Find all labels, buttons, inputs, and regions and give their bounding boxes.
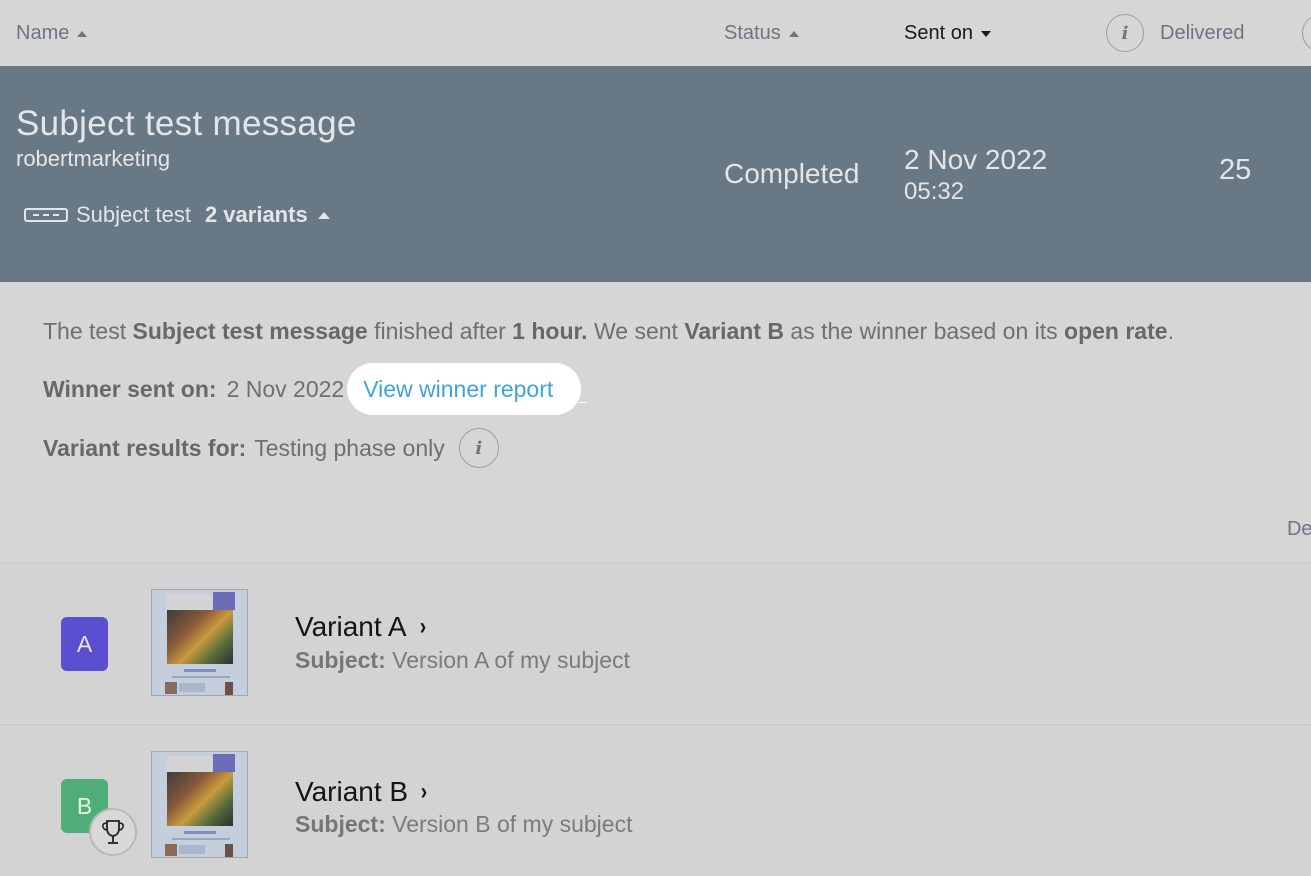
view-winner-report-label: View winner report [363, 375, 554, 402]
test-detail-panel: The test Subject test message finished a… [0, 282, 1311, 562]
sort-ascending-icon [77, 30, 88, 37]
winner-sent-line: Winner sent on: 2 Nov 2022 View winner r… [43, 363, 588, 415]
link-underline [579, 402, 588, 403]
winner-sent-date: 2 Nov 2022 [226, 375, 345, 402]
variant-subject-value: Version B of my subject [392, 811, 633, 837]
variant-results-label: Variant results for: [43, 434, 247, 461]
chevron-up-icon[interactable] [317, 211, 330, 219]
campaign-sent-date: 2 Nov 2022 [904, 144, 1048, 175]
variants-toggle[interactable]: 2 variants [205, 202, 308, 228]
summary-duration: 1 hour. [512, 318, 588, 344]
email-thumbnail[interactable] [151, 589, 248, 696]
email-thumbnail[interactable] [151, 751, 248, 858]
campaign-status: Completed [724, 158, 860, 189]
column-header-delivered[interactable]: i Delivered [1106, 14, 1244, 52]
campaign-type-label: Subject test [76, 202, 191, 227]
variant-name: Variant B [295, 776, 409, 807]
winner-sent-label: Winner sent on: [43, 375, 217, 402]
info-icon-clipped[interactable] [1302, 14, 1311, 52]
campaign-row[interactable]: Subject test message robertmarketing Sub… [0, 66, 1311, 282]
column-header-name-label: Name [16, 22, 70, 44]
variant-name-link[interactable]: Variant A › [295, 611, 427, 643]
summary-text: finished after [367, 318, 513, 344]
variant-subject-label: Subject: [295, 647, 386, 673]
column-header-delivered-clipped: Del [1286, 518, 1311, 540]
variant-row[interactable]: A Variant A › Subject: Version A of my s… [0, 562, 1311, 722]
variant-subject-label: Subject: [295, 811, 386, 837]
test-summary: The test Subject test message finished a… [43, 318, 1174, 345]
summary-text: The test [43, 318, 133, 344]
chevron-right-icon: › [419, 613, 426, 640]
column-header-name[interactable]: Name [16, 22, 88, 45]
info-icon[interactable]: i [1106, 14, 1144, 52]
variant-name-link[interactable]: Variant B › [295, 776, 428, 808]
column-header-status[interactable]: Status [724, 22, 799, 45]
column-header-sent-on[interactable]: Sent on [904, 22, 991, 45]
summary-test-name: Subject test message [132, 318, 368, 344]
campaign-type: Subject test 2 variants [24, 202, 330, 228]
sort-ascending-icon [788, 30, 799, 37]
summary-text: . [1167, 318, 1174, 344]
table-header: Name Status Sent on i Delivered [0, 0, 1311, 66]
summary-winner: Variant B [684, 318, 785, 344]
variant-results-line: Variant results for: Testing phase only … [43, 428, 499, 468]
campaign-account: robertmarketing [16, 146, 171, 171]
column-header-status-label: Status [724, 22, 781, 44]
campaign-delivered-count: 25 [1219, 154, 1252, 186]
variant-row[interactable]: B Variant B › Subject: Version B of my s… [0, 724, 1311, 876]
column-header-delivered-label: Delivered [1160, 21, 1245, 44]
campaign-sent-time: 05:32 [904, 178, 965, 205]
view-winner-report-link[interactable]: View winner report [347, 363, 588, 415]
summary-text: We sent [587, 318, 685, 344]
variant-badge: A [61, 617, 108, 671]
column-header-sent-on-label: Sent on [904, 22, 973, 44]
keyboard-icon [24, 208, 68, 222]
trophy-icon [89, 808, 137, 856]
campaign-title[interactable]: Subject test message [16, 104, 357, 144]
info-icon[interactable]: i [458, 428, 499, 468]
summary-metric: open rate [1064, 318, 1168, 344]
variant-name: Variant A [295, 611, 407, 642]
variant-subject: Subject: Version A of my subject [295, 647, 630, 674]
variant-results-value[interactable]: Testing phase only [254, 435, 445, 462]
variant-subject-value: Version A of my subject [392, 647, 630, 673]
summary-text: as the winner based on its [784, 318, 1065, 344]
sort-descending-icon [980, 30, 991, 37]
variant-subject: Subject: Version B of my subject [295, 811, 632, 838]
chevron-right-icon: › [420, 778, 428, 805]
